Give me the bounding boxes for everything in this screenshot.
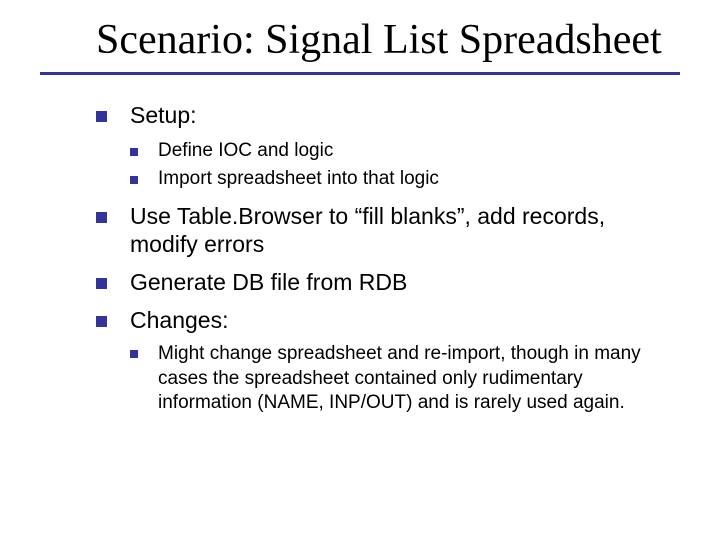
bullet-sublist: Might change spreadsheet and re-import, …	[130, 342, 654, 416]
bullet-item: Changes: Might change spreadsheet and re…	[96, 306, 654, 416]
slide-body: Setup: Define IOC and logic Import sprea…	[40, 75, 680, 416]
bullet-text: Might change spreadsheet and re-import, …	[158, 343, 641, 413]
bullet-item: Generate DB file from RDB	[96, 268, 654, 296]
bullet-text: Import spreadsheet into that logic	[158, 168, 439, 189]
bullet-item: Setup: Define IOC and logic Import sprea…	[96, 101, 654, 192]
bullet-subitem: Define IOC and logic	[130, 139, 654, 163]
bullet-text: Changes:	[130, 307, 228, 333]
bullet-item: Use Table.Browser to “fill blanks”, add …	[96, 202, 654, 258]
bullet-subitem: Might change spreadsheet and re-import, …	[130, 342, 654, 416]
title-wrap: Scenario: Signal List Spreadsheet	[40, 18, 680, 62]
bullet-text: Define IOC and logic	[158, 140, 333, 161]
bullet-list: Setup: Define IOC and logic Import sprea…	[96, 101, 654, 416]
bullet-subitem: Import spreadsheet into that logic	[130, 167, 654, 191]
bullet-text: Use Table.Browser to “fill blanks”, add …	[130, 203, 605, 257]
bullet-text: Generate DB file from RDB	[130, 269, 407, 295]
slide-title: Scenario: Signal List Spreadsheet	[96, 18, 670, 62]
bullet-text: Setup:	[130, 102, 197, 128]
slide: Scenario: Signal List Spreadsheet Setup:…	[0, 0, 720, 540]
bullet-sublist: Define IOC and logic Import spreadsheet …	[130, 139, 654, 192]
